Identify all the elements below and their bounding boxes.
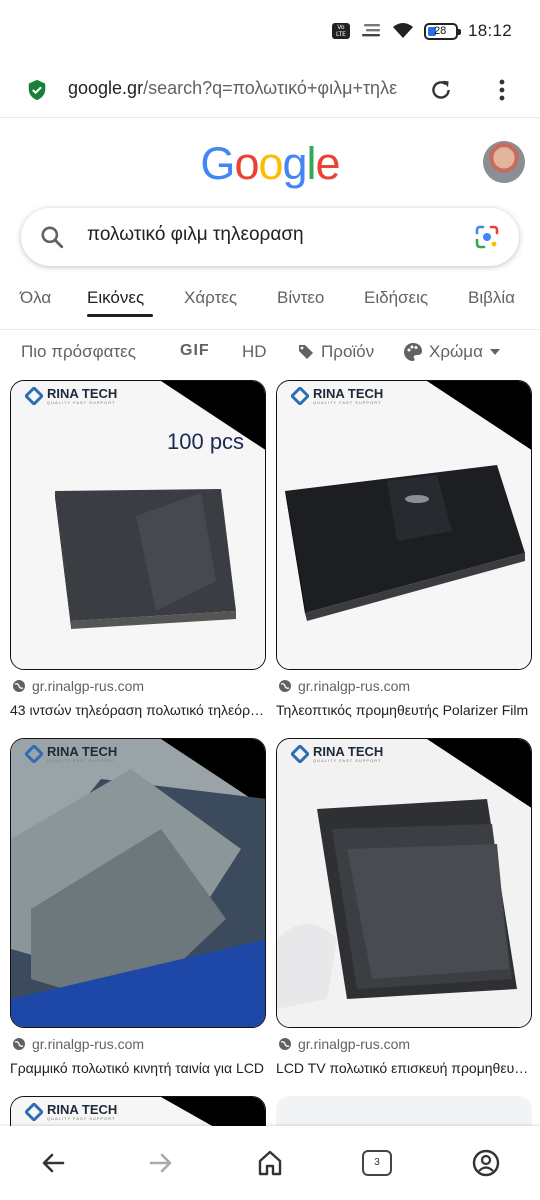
result-source[interactable]: gr.rinalgp-rus.com: [278, 678, 410, 694]
result-title[interactable]: Γραμμικό πολωτικό κινητή ταινία για LCD: [10, 1060, 266, 1076]
google-lens-icon[interactable]: [473, 224, 501, 250]
filter-color-label: Χρώμα: [429, 342, 483, 361]
avatar[interactable]: [483, 141, 525, 183]
filter-hd[interactable]: HD: [242, 342, 267, 362]
clock: 18:12: [467, 21, 512, 40]
logo-letter: o: [258, 138, 283, 189]
brand-logo: RINA TECH QUALITY FAST SUPPORT: [25, 387, 117, 405]
google-logo[interactable]: Google: [0, 138, 540, 190]
filter-recent[interactable]: Πιο πρόσφατες: [21, 342, 136, 362]
globe-icon: [279, 1038, 291, 1050]
source-domain: gr.rinalgp-rus.com: [298, 1036, 411, 1052]
diamond-logo-icon: [291, 387, 309, 405]
diamond-logo-icon: [291, 745, 309, 763]
browser-bottom-toolbar: 3: [0, 1126, 540, 1200]
tab-videos[interactable]: Βίντεο: [277, 288, 324, 308]
tag-icon: [299, 345, 313, 359]
wifi-icon: [392, 23, 413, 38]
url-domain: google.gr: [68, 78, 144, 98]
logo-letter: G: [200, 138, 235, 189]
tab-switcher-icon[interactable]: 3: [362, 1150, 392, 1176]
result-title[interactable]: 43 ιντσών τηλεόραση πολωτικό τηλεόρασης: [10, 702, 266, 718]
filter-chips: Πιο πρόσφατες GIF HD Προϊόν Χρώμα: [0, 338, 540, 370]
source-domain: gr.rinalgp-rus.com: [32, 678, 145, 694]
arrow-forward-icon[interactable]: [146, 1148, 176, 1178]
battery-indicator: 28: [423, 22, 461, 40]
logo-letter: l: [306, 138, 317, 189]
search-tabs: Όλα Εικόνες Χάρτες Βίντεο Ειδήσεις Βιβλί…: [0, 284, 540, 330]
filter-gif[interactable]: GIF: [180, 342, 210, 360]
reload-icon[interactable]: [428, 77, 454, 103]
result-thumbnail[interactable]: RINA TECH QUALITY FAST SUPPORT: [276, 738, 532, 1028]
globe-icon: [13, 680, 25, 692]
palette-icon: [404, 343, 422, 361]
diamond-logo-icon: [25, 1103, 43, 1121]
result-source[interactable]: gr.rinalgp-rus.com: [12, 678, 144, 694]
source-domain: gr.rinalgp-rus.com: [298, 678, 411, 694]
tab-books[interactable]: Βιβλία: [468, 288, 515, 308]
brand-logo: RINA TECH QUALITY FAST SUPPORT: [291, 745, 383, 763]
battery-level: 28: [433, 25, 447, 37]
search-input[interactable]: πολωτικό φιλμ τηλεοραση: [87, 224, 304, 246]
logo-letter: e: [315, 138, 341, 189]
brand-logo: RINA TECH QUALITY FAST SUPPORT: [291, 387, 383, 405]
address-bar[interactable]: google.gr/search?q=πολωτικό+φιλμ+τηλε: [0, 62, 540, 118]
filter-product[interactable]: Προϊόν: [297, 342, 374, 362]
shield-check-icon[interactable]: [26, 79, 48, 101]
result-title[interactable]: Τηλεοπτικός προμηθευτής Polarizer Film: [276, 702, 532, 718]
data-signal-icon: [361, 24, 380, 37]
status-bar: Vo LTE 28 18:12: [0, 0, 540, 62]
home-icon[interactable]: [255, 1148, 285, 1178]
tab-news[interactable]: Ειδήσεις: [364, 288, 428, 308]
tab-images[interactable]: Εικόνες: [87, 288, 144, 308]
search-box[interactable]: πολωτικό φιλμ τηλεοραση: [21, 208, 519, 266]
volte-icon: Vo LTE: [331, 23, 350, 39]
logo-letter: o: [234, 138, 259, 189]
filter-product-label: Προϊόν: [321, 342, 375, 361]
logo-letter: g: [282, 138, 308, 189]
chevron-down-icon: [489, 349, 500, 355]
account-icon[interactable]: [471, 1148, 501, 1178]
diamond-logo-icon: [25, 745, 43, 763]
brand-logo: RINA TECH QUALITY FAST SUPPORT: [25, 1103, 117, 1121]
tab-maps[interactable]: Χάρτες: [184, 288, 237, 308]
globe-icon: [13, 1038, 25, 1050]
result-source[interactable]: gr.rinalgp-rus.com: [12, 1036, 144, 1052]
tab-all[interactable]: Όλα: [20, 288, 51, 308]
result-source[interactable]: gr.rinalgp-rus.com: [278, 1036, 410, 1052]
arrow-back-icon[interactable]: [38, 1148, 68, 1178]
result-thumbnail[interactable]: RINA TECH QUALITY FAST SUPPORT: [10, 738, 266, 1028]
globe-icon: [279, 680, 291, 692]
result-title[interactable]: LCD TV πολωτικό επισκευή προμηθευτής: [276, 1060, 532, 1076]
search-icon[interactable]: [39, 224, 65, 250]
brand-logo: RINA TECH QUALITY FAST SUPPORT: [25, 745, 117, 763]
more-vert-icon[interactable]: [492, 78, 512, 102]
result-thumbnail[interactable]: RINA TECH QUALITY FAST SUPPORT 100 pcs: [10, 380, 266, 670]
result-thumbnail[interactable]: RINA TECH QUALITY FAST SUPPORT: [276, 380, 532, 670]
active-tab-indicator: [87, 314, 153, 317]
url-path: /search?q=πολωτικό+φιλμ+τηλε: [143, 78, 398, 98]
source-domain: gr.rinalgp-rus.com: [32, 1036, 145, 1052]
url-text[interactable]: google.gr/search?q=πολωτικό+φιλμ+τηλε: [68, 78, 406, 99]
filter-color[interactable]: Χρώμα: [403, 342, 501, 362]
diamond-logo-icon: [25, 387, 43, 405]
quantity-overlay: 100 pcs: [167, 429, 245, 454]
